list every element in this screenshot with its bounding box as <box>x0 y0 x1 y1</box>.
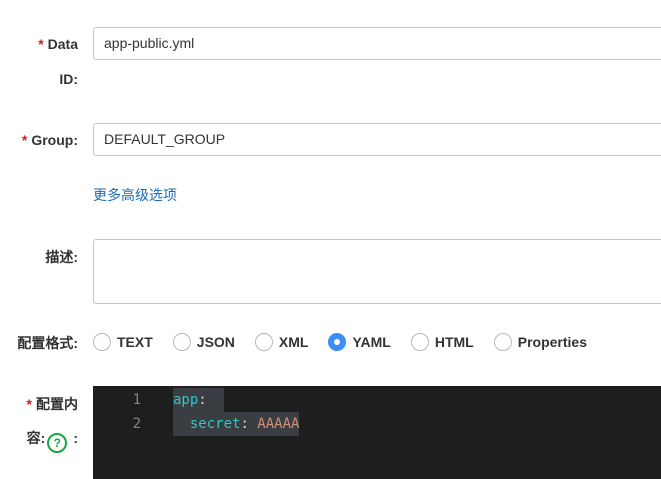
required-mark: * <box>38 36 44 52</box>
required-mark: * <box>26 396 32 412</box>
format-option-html[interactable]: HTML <box>410 333 474 351</box>
radio-circle-icon <box>410 333 429 351</box>
data-id-label-line2: ID: <box>59 71 78 87</box>
help-icon[interactable]: ? <box>47 433 68 453</box>
description-label: 描述: <box>45 249 78 265</box>
advanced-options-link[interactable]: 更多高级选项 <box>93 185 177 205</box>
content-label: * 配置内 <box>26 396 78 412</box>
radio-checked-icon <box>328 333 347 351</box>
group-input[interactable]: DEFAULT_GROUP <box>93 123 661 156</box>
format-option-text[interactable]: TEXT <box>93 333 153 351</box>
description-textarea[interactable] <box>93 239 661 304</box>
line-number-gutter: 1 2 <box>93 388 141 436</box>
code-line: secret: AAAAA <box>173 412 300 436</box>
code-line: app: <box>173 388 224 412</box>
content-label-line2: 容:?: <box>27 429 78 453</box>
radio-circle-icon <box>93 333 111 351</box>
format-option-xml[interactable]: XML <box>254 333 308 351</box>
radio-circle-icon <box>254 333 273 351</box>
format-option-json[interactable]: JSON <box>172 333 235 351</box>
format-option-properties[interactable]: Properties <box>493 333 587 351</box>
radio-circle-icon <box>172 333 191 351</box>
format-option-yaml[interactable]: YAML <box>328 333 391 351</box>
code-editor[interactable]: 1 2 app: secret: AAAAA <box>93 386 661 479</box>
data-id-label: * Data <box>38 36 78 52</box>
data-id-input[interactable]: app-public.yml <box>93 27 661 60</box>
line-number: 1 <box>132 392 141 408</box>
radio-circle-icon <box>493 333 512 351</box>
line-number: 2 <box>132 416 141 432</box>
required-mark: * <box>21 132 28 148</box>
format-radio-group: TEXT JSON XML YAML HTML Properties <box>93 330 607 354</box>
code-area[interactable]: app: secret: AAAAA <box>173 388 300 436</box>
format-label: 配置格式: <box>17 335 78 351</box>
group-label: * Group: <box>21 132 78 148</box>
